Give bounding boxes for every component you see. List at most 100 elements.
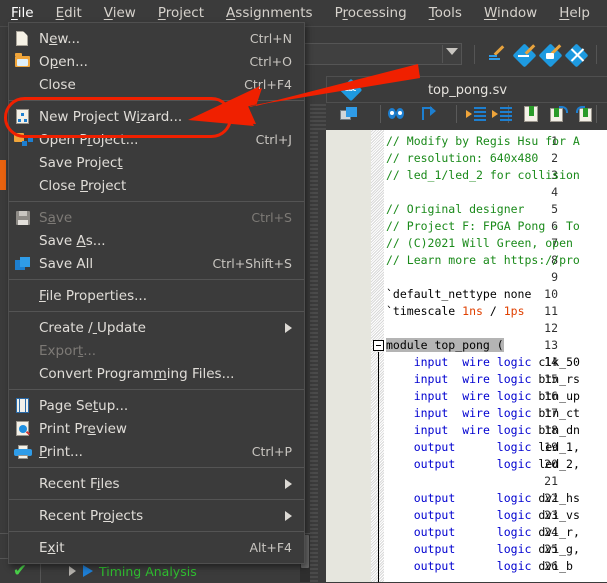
code-line[interactable]: output logic dvi_vs (386, 507, 580, 524)
code-line[interactable]: // led_1/led_2 for collision (386, 167, 580, 184)
code-fold-toggle[interactable] (373, 340, 384, 351)
menu-item-convert-programming-files[interactable]: Convert Programming Files... (9, 362, 304, 385)
code-line[interactable]: input wire logic btn_up (386, 388, 580, 405)
file-menu-dropdown[interactable]: New... Ctrl+N Open... Ctrl+O Close Ctrl+F4 New… (8, 22, 305, 564)
menu-separator (9, 279, 304, 280)
code-editor[interactable]: 1// Modify by Regis Hsu for A 2// resolut… (326, 130, 607, 582)
code-line[interactable]: output logic dvi_hs (386, 490, 580, 507)
menu-item-label: Export... (39, 342, 97, 359)
code-token: output (413, 491, 456, 505)
code-line[interactable]: input wire logic btn_rs (386, 371, 580, 388)
code-token: led_2, (531, 457, 580, 471)
find-icon[interactable] (388, 108, 406, 121)
code-line[interactable]: // Learn more at https://pro (386, 252, 580, 269)
code-token: logic (496, 406, 532, 420)
code-line[interactable]: output logic dvi_g, (386, 541, 580, 558)
menubar-item-file[interactable]: File (0, 2, 45, 24)
code-token: `default_nettype none (386, 287, 532, 301)
code-line[interactable]: // Project F: FPGA Pong - To (386, 218, 580, 235)
goto-line-icon[interactable] (420, 106, 436, 122)
next-bookmark-icon[interactable] (550, 106, 568, 122)
menu-item-page-setup[interactable]: Page Setup... (9, 394, 304, 417)
menu-item-save-project[interactable]: Save Project (9, 151, 304, 174)
menu-item-close[interactable]: Close Ctrl+F4 (9, 73, 304, 96)
menubar-item-project[interactable]: Project (147, 2, 215, 24)
assembler-icon[interactable] (564, 43, 589, 68)
menu-item-exit[interactable]: Exit Alt+F4 (9, 536, 304, 559)
menubar-item-assignments[interactable]: Assignments (215, 2, 324, 24)
menu-item-recent-projects[interactable]: Recent Projects (9, 504, 304, 527)
code-token: input (413, 355, 449, 369)
decrease-indent-icon[interactable] (492, 107, 512, 121)
code-line[interactable]: // Modify by Regis Hsu for A (386, 133, 580, 150)
code-token: input (413, 389, 449, 403)
code-token: output (413, 559, 456, 573)
code-token: wire (462, 389, 490, 403)
code-line[interactable]: input wire logic clk_50 (386, 354, 580, 371)
compile-pencil-icon[interactable] (488, 45, 508, 64)
code-line[interactable]: `timescale 1ns / 1ps (386, 303, 525, 320)
bookmark-icon[interactable] (524, 106, 538, 122)
menubar-item-edit[interactable]: Edit (45, 2, 93, 24)
menu-separator (9, 499, 304, 500)
code-line[interactable]: output logic led_2, (386, 456, 580, 473)
code-line[interactable]: // Original designer (386, 201, 524, 218)
code-line[interactable]: output logic dvi_r, (386, 524, 580, 541)
menu-item-label: New Project Wizard... (39, 108, 183, 125)
code-line[interactable]: // resolution: 640x480 (386, 150, 538, 167)
tab-top-pong-sv[interactable]: top_pong.sv (327, 77, 607, 103)
menu-separator (9, 531, 304, 532)
menubar-item-help[interactable]: Help (548, 2, 601, 24)
menu-item-label: New... (39, 30, 81, 47)
menubar-item-window[interactable]: Window (473, 2, 548, 24)
menu-item-accelerator: Ctrl+P (251, 444, 292, 459)
increase-indent-icon[interactable] (466, 107, 486, 121)
run-task-icon[interactable] (83, 565, 93, 577)
open-folder-icon (9, 50, 39, 73)
editor-tabstrip: top_pong.sv abc (326, 76, 607, 103)
menu-item-print[interactable]: Print... Ctrl+P (9, 440, 304, 463)
menubar-item-tools[interactable]: Tools (418, 2, 473, 24)
menu-item-export: Export... (9, 339, 304, 362)
insert-template-icon[interactable] (340, 107, 358, 122)
menu-item-label: Exit (39, 539, 65, 556)
menu-item-create-update[interactable]: Create / Update (9, 316, 304, 339)
expand-triangle-icon[interactable] (69, 566, 76, 576)
analysis-synthesis-icon[interactable] (512, 43, 537, 68)
menu-item-open-project[interactable]: Open Project... Ctrl+J (9, 128, 304, 151)
menu-item-accelerator: Ctrl+N (249, 31, 292, 46)
menu-item-file-properties[interactable]: File Properties... (9, 284, 304, 307)
menu-item-new-project-wizard[interactable]: New Project Wizard... (9, 105, 304, 128)
menu-item-open[interactable]: Open... Ctrl+O (9, 50, 304, 73)
code-line[interactable]: // (C)2021 Will Green, open (386, 235, 573, 252)
menu-item-recent-files[interactable]: Recent Files (9, 472, 304, 495)
menu-item-close-project[interactable]: Close Project (9, 174, 304, 197)
menu-item-save-as[interactable]: Save As... (9, 229, 304, 252)
menu-separator (9, 311, 304, 312)
code-line[interactable]: `default_nettype none (386, 286, 531, 303)
prev-bookmark-icon[interactable] (576, 106, 592, 122)
menu-separator (9, 389, 304, 390)
code-token: wire (462, 423, 490, 437)
code-token: logic (496, 525, 532, 539)
code-line[interactable]: input wire logic btn_ct (386, 405, 580, 422)
menubar-item-view[interactable]: View (93, 2, 147, 24)
menu-item-print-preview[interactable]: Print Preview (9, 417, 304, 440)
fitter-icon[interactable] (538, 43, 563, 68)
device-combo[interactable] (300, 43, 462, 65)
menu-item-label: Recent Projects (39, 507, 144, 524)
menubar-item-processing[interactable]: Processing (324, 2, 418, 24)
toolbar-separator-1 (474, 45, 475, 64)
chevron-down-icon[interactable] (446, 48, 458, 55)
menu-item-save-all[interactable]: Save All Ctrl+Shift+S (9, 252, 304, 275)
code-line[interactable]: output logic dvi_b (386, 558, 573, 575)
none (9, 316, 39, 339)
code-line[interactable]: module top_pong ( (386, 337, 504, 354)
editor-pane-edge-inner (318, 130, 326, 582)
code-token: btn_up (531, 389, 580, 403)
menu-item-new[interactable]: New... Ctrl+N (9, 27, 304, 50)
code-line[interactable]: output logic led_1, (386, 439, 580, 456)
code-line[interactable]: input wire logic btn_dn (386, 422, 580, 439)
